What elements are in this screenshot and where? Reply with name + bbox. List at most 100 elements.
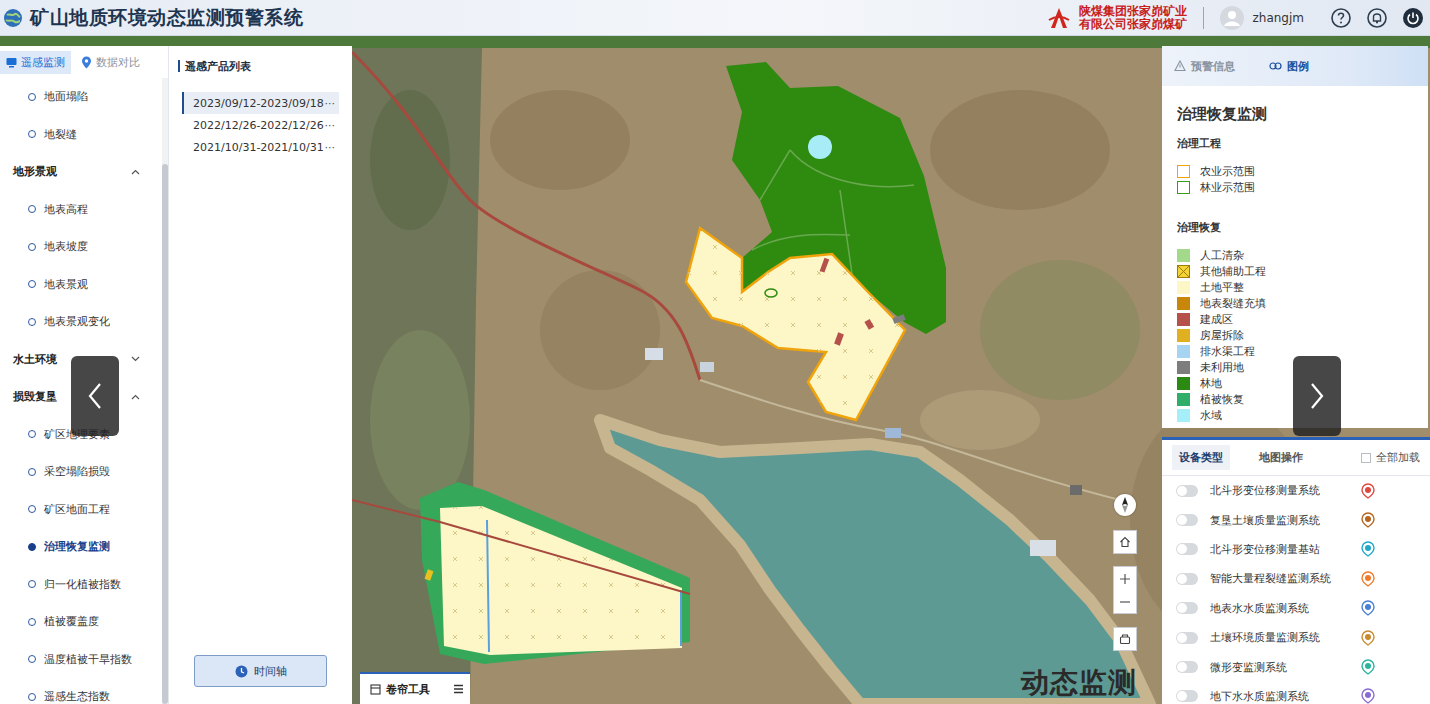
product-date: 2023/09/12-2023/09/18 bbox=[193, 97, 324, 110]
chevron-left-icon bbox=[87, 382, 103, 410]
tree-row[interactable]: 地表景观变化 bbox=[0, 303, 162, 341]
legend-swatch bbox=[1177, 393, 1190, 406]
chevron-right-icon bbox=[1309, 382, 1325, 410]
legend-tab[interactable]: 预警信息 bbox=[1174, 59, 1235, 74]
prev-arrow[interactable] bbox=[71, 356, 119, 436]
product-row[interactable]: 2023/09/12-2023/09/18··· bbox=[182, 92, 339, 114]
tree-radio[interactable] bbox=[28, 130, 36, 138]
swipe-tool[interactable]: 卷帘工具 bbox=[360, 672, 470, 704]
load-all[interactable]: 全部加载 bbox=[1361, 450, 1420, 465]
username[interactable]: zhangjm bbox=[1252, 11, 1304, 25]
tree-row[interactable]: 治理恢复监测 bbox=[0, 528, 162, 566]
device-tab[interactable]: 设备类型 bbox=[1172, 445, 1230, 470]
device-toggle[interactable] bbox=[1176, 573, 1198, 585]
tree-radio[interactable] bbox=[28, 280, 36, 288]
legend-items: 农业示范围林业示范围 bbox=[1177, 163, 1414, 195]
pin-icon bbox=[81, 56, 92, 69]
tree-row[interactable]: 地形景观 bbox=[0, 153, 162, 191]
chevron-icon[interactable] bbox=[131, 169, 140, 175]
tree-radio[interactable] bbox=[28, 655, 36, 663]
sidebar-tab[interactable]: 数据对比 bbox=[75, 51, 146, 74]
load-all-checkbox[interactable] bbox=[1361, 453, 1371, 463]
tree-radio[interactable] bbox=[28, 205, 36, 213]
legend-item: 人工清杂 bbox=[1177, 247, 1414, 263]
tree-radio[interactable] bbox=[28, 505, 36, 513]
more-button[interactable]: ··· bbox=[325, 141, 336, 154]
map-controls bbox=[1113, 494, 1137, 651]
tree-radio[interactable] bbox=[28, 543, 36, 551]
legend-item: 房屋拆除 bbox=[1177, 327, 1414, 343]
device-toggle[interactable] bbox=[1176, 632, 1198, 644]
home-button[interactable] bbox=[1113, 530, 1137, 554]
tree-row[interactable]: 矿区地面工程 bbox=[0, 491, 162, 529]
device-toggle[interactable] bbox=[1176, 514, 1198, 526]
tree-radio[interactable] bbox=[28, 468, 36, 476]
legend-label: 水域 bbox=[1200, 408, 1222, 423]
tree-group-label: 地形景观 bbox=[13, 164, 57, 179]
sidebar-tab[interactable]: 遥感监测 bbox=[0, 51, 71, 74]
next-arrow[interactable] bbox=[1293, 356, 1341, 436]
legend-label: 房屋拆除 bbox=[1200, 328, 1244, 343]
tree-row[interactable]: 温度植被干旱指数 bbox=[0, 641, 162, 679]
menu-icon[interactable] bbox=[453, 684, 464, 694]
product-row[interactable]: 2022/12/26-2022/12/26··· bbox=[182, 114, 339, 136]
tree-row[interactable]: 地面塌陷 bbox=[0, 78, 162, 116]
tree-radio[interactable] bbox=[28, 430, 36, 438]
legend-label: 人工清杂 bbox=[1200, 248, 1244, 263]
tree-radio[interactable] bbox=[28, 243, 36, 251]
more-button[interactable]: ··· bbox=[325, 97, 336, 110]
tree-radio[interactable] bbox=[28, 580, 36, 588]
road bbox=[352, 52, 700, 380]
tree-row[interactable]: 植被覆盖度 bbox=[0, 603, 162, 641]
more-button[interactable]: ··· bbox=[325, 119, 336, 132]
device-name: 北斗形变位移测量基站 bbox=[1210, 542, 1349, 557]
tree-row[interactable]: 采空塌陷损毁 bbox=[0, 453, 162, 491]
zoom-control bbox=[1113, 566, 1137, 614]
device-toggle[interactable] bbox=[1176, 661, 1198, 673]
tree-group-label: 损毁复垦 bbox=[13, 389, 57, 404]
device-toggle[interactable] bbox=[1176, 543, 1198, 555]
tree-row[interactable]: 地裂缝 bbox=[0, 116, 162, 154]
tree-row[interactable]: 地表景观 bbox=[0, 266, 162, 304]
device-toggle[interactable] bbox=[1176, 690, 1198, 702]
tree-item-label: 地表高程 bbox=[44, 202, 88, 217]
chevron-icon[interactable] bbox=[131, 356, 140, 362]
company-logo-icon bbox=[1047, 6, 1071, 30]
header-bar bbox=[178, 60, 180, 72]
tree-radio[interactable] bbox=[28, 318, 36, 326]
legend-label: 建成区 bbox=[1200, 312, 1233, 327]
device-toggle[interactable] bbox=[1176, 485, 1198, 497]
legend-label: 地表裂缝充填 bbox=[1200, 296, 1266, 311]
compass[interactable] bbox=[1114, 494, 1136, 516]
device-name: 智能大量程裂缝监测系统 bbox=[1210, 571, 1349, 586]
device-toggle[interactable] bbox=[1176, 602, 1198, 614]
timeline-button[interactable]: 时间轴 bbox=[194, 655, 327, 687]
tree-row[interactable]: 归一化植被指数 bbox=[0, 566, 162, 604]
product-row[interactable]: 2021/10/31-2021/10/31··· bbox=[182, 136, 339, 158]
legend-section: 治理工程农业示范围林业示范围 bbox=[1177, 137, 1414, 195]
device-row: 复垦土壤质量监测系统 bbox=[1162, 505, 1430, 534]
logout-icon[interactable] bbox=[1402, 7, 1424, 29]
chevron-icon[interactable] bbox=[131, 394, 140, 400]
device-row: 智能大量程裂缝监测系统 bbox=[1162, 564, 1430, 593]
tree-radio[interactable] bbox=[28, 693, 36, 701]
load-all-label: 全部加载 bbox=[1376, 450, 1420, 465]
zoom-in-button[interactable] bbox=[1114, 567, 1136, 590]
bell-icon[interactable] bbox=[1366, 7, 1388, 29]
device-tab[interactable]: 地图操作 bbox=[1252, 445, 1310, 470]
legend-tab-label: 图例 bbox=[1287, 59, 1309, 74]
tree-radio[interactable] bbox=[28, 93, 36, 101]
tree-item-label: 地表景观变化 bbox=[44, 314, 110, 329]
tree-row[interactable]: 地表坡度 bbox=[0, 228, 162, 266]
help-icon[interactable] bbox=[1330, 7, 1352, 29]
zoom-out-button[interactable] bbox=[1114, 590, 1136, 613]
map-watermark: 动态监测 bbox=[1021, 664, 1137, 702]
user-avatar-icon[interactable] bbox=[1220, 6, 1244, 30]
tree-row[interactable]: 遥感生态指数 bbox=[0, 678, 162, 704]
top-right: 陕煤集团张家峁矿业有限公司张家峁煤矿zhangjm bbox=[1047, 5, 1424, 31]
tree-row[interactable]: 地表高程 bbox=[0, 191, 162, 229]
legend-item: 地表裂缝充填 bbox=[1177, 295, 1414, 311]
basemap-button[interactable] bbox=[1113, 627, 1137, 651]
legend-tab[interactable]: 图例 bbox=[1269, 59, 1309, 74]
tree-radio[interactable] bbox=[28, 618, 36, 626]
